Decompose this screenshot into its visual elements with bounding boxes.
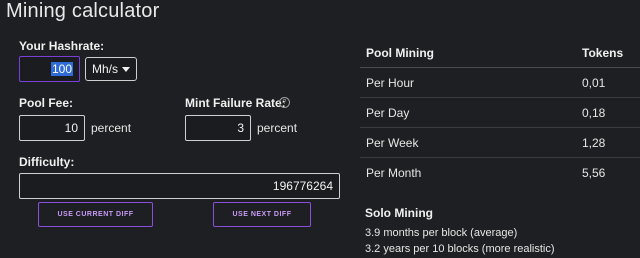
pool-fee-label: Pool Fee: bbox=[19, 96, 74, 110]
difficulty-input[interactable]: 196776264 bbox=[19, 173, 340, 199]
period-cell: Per Hour bbox=[360, 67, 576, 98]
mint-failure-label: Mint Failure Rate: bbox=[185, 96, 286, 110]
table-header-row: Pool Mining Tokens bbox=[360, 38, 640, 68]
solo-mining-realistic: 3.2 years per 10 blocks (more realistic) bbox=[365, 243, 555, 255]
difficulty-label: Difficulty: bbox=[19, 155, 75, 169]
solo-mining-average: 3.9 months per block (average) bbox=[365, 227, 518, 239]
table-row: Per Hour 0,01 bbox=[360, 67, 640, 98]
hashrate-unit-select[interactable]: Mh/s bbox=[85, 57, 137, 81]
difficulty-value: 196776264 bbox=[272, 179, 333, 193]
pool-mining-header: Pool Mining bbox=[360, 38, 576, 68]
tokens-cell: 5,56 bbox=[582, 165, 606, 180]
pool-fee-unit: percent bbox=[91, 121, 132, 135]
mint-failure-value: 3 bbox=[237, 121, 244, 135]
pool-fee-value: 10 bbox=[64, 121, 78, 135]
tokens-header: Tokens bbox=[576, 38, 640, 68]
page-title: Mining calculator bbox=[6, 0, 160, 22]
mint-failure-unit: percent bbox=[257, 121, 298, 135]
question-circle-icon[interactable]: ? bbox=[279, 97, 290, 108]
mint-failure-input[interactable]: 3 bbox=[185, 115, 251, 141]
table-row: Per Week 1,28 bbox=[360, 127, 640, 158]
hashrate-input[interactable]: 100 bbox=[19, 56, 80, 82]
table-row: Per Month 5,56 bbox=[360, 158, 640, 188]
period-cell: Per Month bbox=[366, 165, 422, 180]
hashrate-label: Your Hashrate: bbox=[19, 39, 105, 53]
tokens-cell: 1,28 bbox=[576, 127, 640, 158]
chevron-down-icon bbox=[122, 67, 130, 72]
hashrate-value: 100 bbox=[50, 62, 73, 76]
solo-mining-title: Solo Mining bbox=[365, 206, 433, 220]
pool-mining-table: Pool Mining Tokens Per Hour 0,01 Per Day… bbox=[360, 38, 640, 187]
hashrate-unit-value: Mh/s bbox=[92, 62, 119, 76]
period-cell: Per Day bbox=[360, 97, 576, 128]
use-next-diff-button[interactable]: USE NEXT DIFF bbox=[213, 202, 311, 227]
tokens-cell: 0,01 bbox=[576, 67, 640, 98]
pool-fee-input[interactable]: 10 bbox=[19, 115, 85, 141]
tokens-cell: 0,18 bbox=[576, 97, 640, 128]
period-cell: Per Week bbox=[360, 127, 576, 158]
use-current-diff-button[interactable]: USE CURRENT DIFF bbox=[38, 202, 153, 227]
table-row: Per Day 0,18 bbox=[360, 97, 640, 128]
